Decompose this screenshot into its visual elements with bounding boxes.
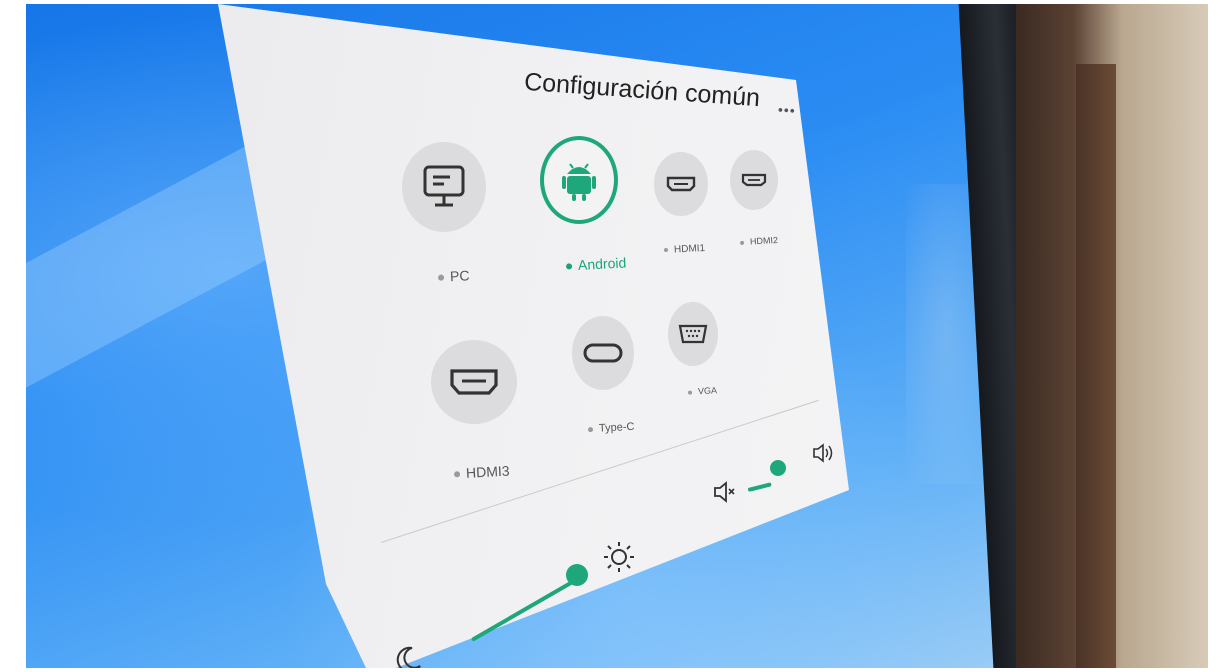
photo-frame: Configuración común ••• PC Android HDMI1… [26, 4, 1208, 668]
door-frame [1076, 64, 1116, 668]
